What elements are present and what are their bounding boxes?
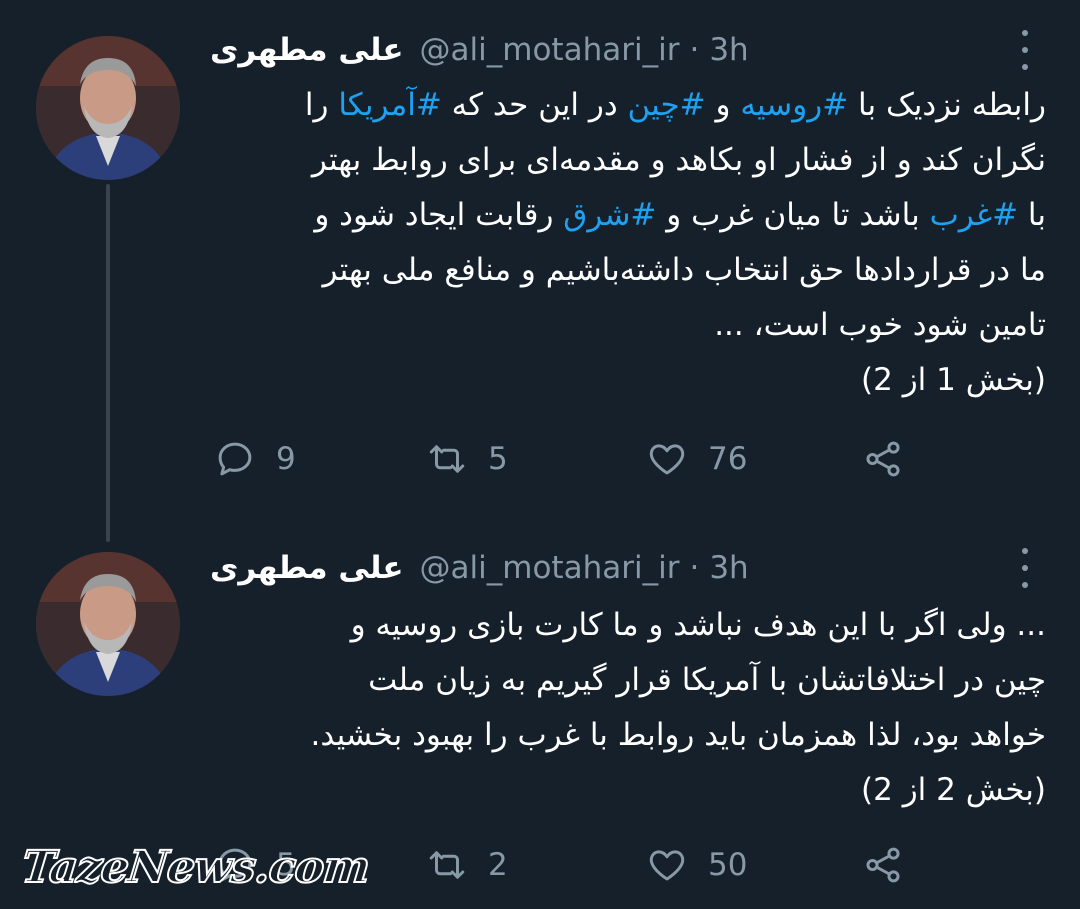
share-button[interactable] xyxy=(862,840,904,890)
like-count: 76 xyxy=(708,441,748,477)
heart-icon xyxy=(649,850,685,881)
avatar-photo-icon xyxy=(36,36,180,180)
separator-dot: · xyxy=(689,32,700,68)
text-fragment: و xyxy=(705,87,741,123)
like-count: 50 xyxy=(708,847,748,883)
tweet-text: رابطه نزدیک با #روسیه و #چین در این حد ک… xyxy=(200,78,1046,408)
user-handle[interactable]: @ali_motahari_ir xyxy=(420,32,680,68)
avatar-photo-icon xyxy=(36,552,180,696)
timestamp[interactable]: 3h xyxy=(709,32,748,68)
tweet-line: رابطه نزدیک با #روسیه و #چین در این حد ک… xyxy=(200,78,1046,133)
avatar[interactable] xyxy=(36,552,180,696)
hashtag-link[interactable]: #چین xyxy=(628,87,706,123)
more-vertical-icon xyxy=(1022,548,1028,554)
text-fragment: باشد تا میان غرب و xyxy=(656,197,930,233)
more-options-button[interactable] xyxy=(1018,548,1032,588)
like-button[interactable]: 76 xyxy=(646,434,747,484)
retweet-count: 2 xyxy=(488,847,508,883)
display-name[interactable]: علی مطهری xyxy=(210,550,404,586)
tweet-line: (بخش 2 از 2) xyxy=(861,772,1046,808)
timestamp[interactable]: 3h xyxy=(709,550,748,586)
hashtag-link[interactable]: #روسیه xyxy=(740,87,848,123)
retweet-icon xyxy=(429,851,465,879)
tweet-line: ما در قراردادها حق انتخاب داشته‌باشیم و … xyxy=(322,252,1046,288)
tweet-1[interactable]: علی مطهری @ali_motahari_ir · 3h رابطه نز… xyxy=(0,0,1080,520)
text-fragment: رقابت ایجاد شود و xyxy=(314,197,564,233)
tweet-line: با #غرب باشد تا میان غرب و #شرق رقابت ای… xyxy=(200,188,1046,243)
text-fragment: با xyxy=(1018,197,1046,233)
reply-button[interactable]: 9 xyxy=(214,434,296,484)
retweet-button[interactable]: 2 xyxy=(426,840,508,890)
share-icon xyxy=(866,847,900,883)
tweet-line: خواهد بود، لذا همزمان باید روابط با غرب … xyxy=(310,717,1046,753)
text-fragment: رابطه نزدیک با xyxy=(848,87,1046,123)
share-icon xyxy=(866,441,900,477)
more-vertical-icon xyxy=(1022,30,1028,36)
tweet-text: ... ولی اگر با این هدف نباشد و ما کارت ب… xyxy=(200,598,1046,818)
watermark-logo: TazeNews.com xyxy=(18,841,372,894)
tweet-header: علی مطهری @ali_motahari_ir · 3h xyxy=(210,548,990,588)
tweet-line: (بخش 1 از 2) xyxy=(861,362,1046,398)
reply-count: 9 xyxy=(276,441,296,477)
display-name[interactable]: علی مطهری xyxy=(210,32,404,68)
text-fragment: در این حد که xyxy=(441,87,628,123)
share-button[interactable] xyxy=(862,434,904,484)
hashtag-link[interactable]: #غرب xyxy=(930,197,1018,233)
separator-dot: · xyxy=(689,550,700,586)
like-button[interactable]: 50 xyxy=(646,840,747,890)
text-fragment: را xyxy=(304,87,339,123)
heart-icon xyxy=(649,444,685,475)
retweet-icon xyxy=(429,445,465,473)
avatar[interactable] xyxy=(36,36,180,180)
more-options-button[interactable] xyxy=(1018,30,1032,70)
tweet-actions: 9 5 76 xyxy=(214,434,934,484)
retweet-count: 5 xyxy=(488,441,508,477)
tweet-line: چین در اختلافاتشان با آمریکا قرار گیریم … xyxy=(368,662,1046,698)
tweet-line: نگران کند و از فشار او بکاهد و مقدمه‌ای … xyxy=(311,142,1046,178)
timeline: علی مطهری @ali_motahari_ir · 3h رابطه نز… xyxy=(0,0,1080,909)
tweet-line: تامین شود خوب است، ... xyxy=(714,307,1046,343)
reply-icon xyxy=(218,442,252,476)
user-handle[interactable]: @ali_motahari_ir xyxy=(420,550,680,586)
tweet-header: علی مطهری @ali_motahari_ir · 3h xyxy=(210,30,990,70)
hashtag-link[interactable]: #شرق xyxy=(563,197,656,233)
retweet-button[interactable]: 5 xyxy=(426,434,508,484)
hashtag-link[interactable]: #آمریکا xyxy=(338,87,442,123)
tweet-line: ... ولی اگر با این هدف نباشد و ما کارت ب… xyxy=(350,607,1046,643)
